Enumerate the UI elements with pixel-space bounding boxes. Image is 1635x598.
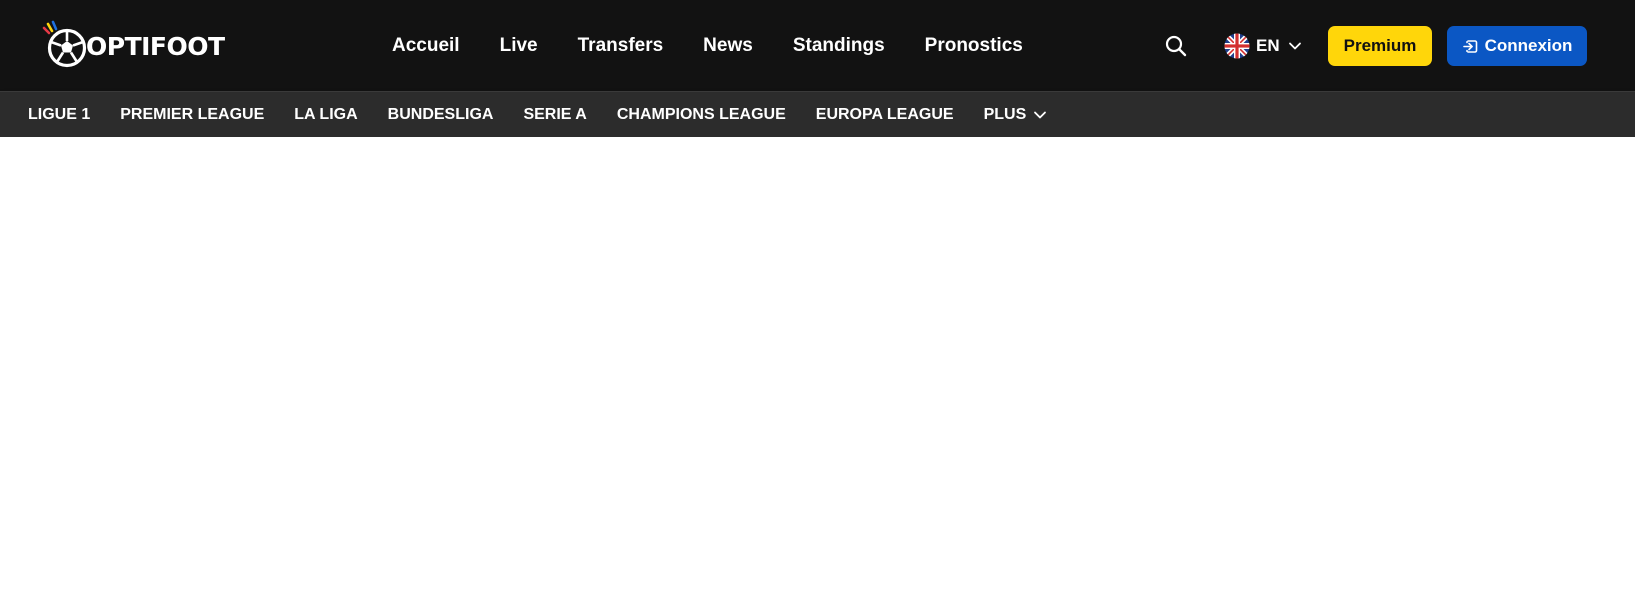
soccer-ball-logo-icon [42,20,87,68]
login-button-label: Connexion [1484,36,1573,55]
nav-item-pronostics[interactable]: Pronostics [925,35,1023,57]
nav-item-transfers[interactable]: Transfers [578,35,664,57]
brand-logo[interactable]: OPTIFOOT [42,18,225,70]
league-item-bundesliga[interactable]: BUNDESLIGA [388,106,494,124]
brand-name: OPTIFOOT [86,31,225,61]
league-item-serie-a[interactable]: SERIE A [523,106,586,124]
uk-flag-icon [1224,33,1250,59]
chevron-down-icon [1034,111,1047,118]
league-item-champions-league[interactable]: CHAMPIONS LEAGUE [617,106,786,124]
page-content-area [0,137,1635,598]
language-code: EN [1256,36,1280,55]
premium-button[interactable]: Premium [1328,26,1432,66]
nav-item-live[interactable]: Live [500,35,538,57]
league-more-label: PLUS [983,105,1027,123]
search-icon[interactable] [1164,34,1188,58]
login-button[interactable]: Connexion [1447,26,1587,66]
login-icon [1462,39,1477,53]
league-more-dropdown[interactable]: PLUS [984,106,1048,124]
premium-button-label: Premium [1343,36,1417,55]
language-selector[interactable]: EN [1224,33,1302,59]
main-navigation: Accueil Live Transfers News Standings Pr… [392,0,1023,91]
league-item-la-liga[interactable]: LA LIGA [294,106,357,124]
chevron-down-icon [1288,42,1301,50]
nav-item-accueil[interactable]: Accueil [392,35,460,57]
top-header: OPTIFOOT Accueil Live Transfers News Sta… [0,0,1635,91]
league-item-premier-league[interactable]: PREMIER LEAGUE [120,106,264,124]
league-navigation-bar: LIGUE 1 PREMIER LEAGUE LA LIGA BUNDESLIG… [0,91,1635,137]
league-navigation: LIGUE 1 PREMIER LEAGUE LA LIGA BUNDESLIG… [28,92,1047,137]
league-item-europa-league[interactable]: EUROPA LEAGUE [816,106,954,124]
league-item-ligue-1[interactable]: LIGUE 1 [28,106,90,124]
nav-item-news[interactable]: News [703,35,753,57]
nav-item-standings[interactable]: Standings [793,35,885,57]
